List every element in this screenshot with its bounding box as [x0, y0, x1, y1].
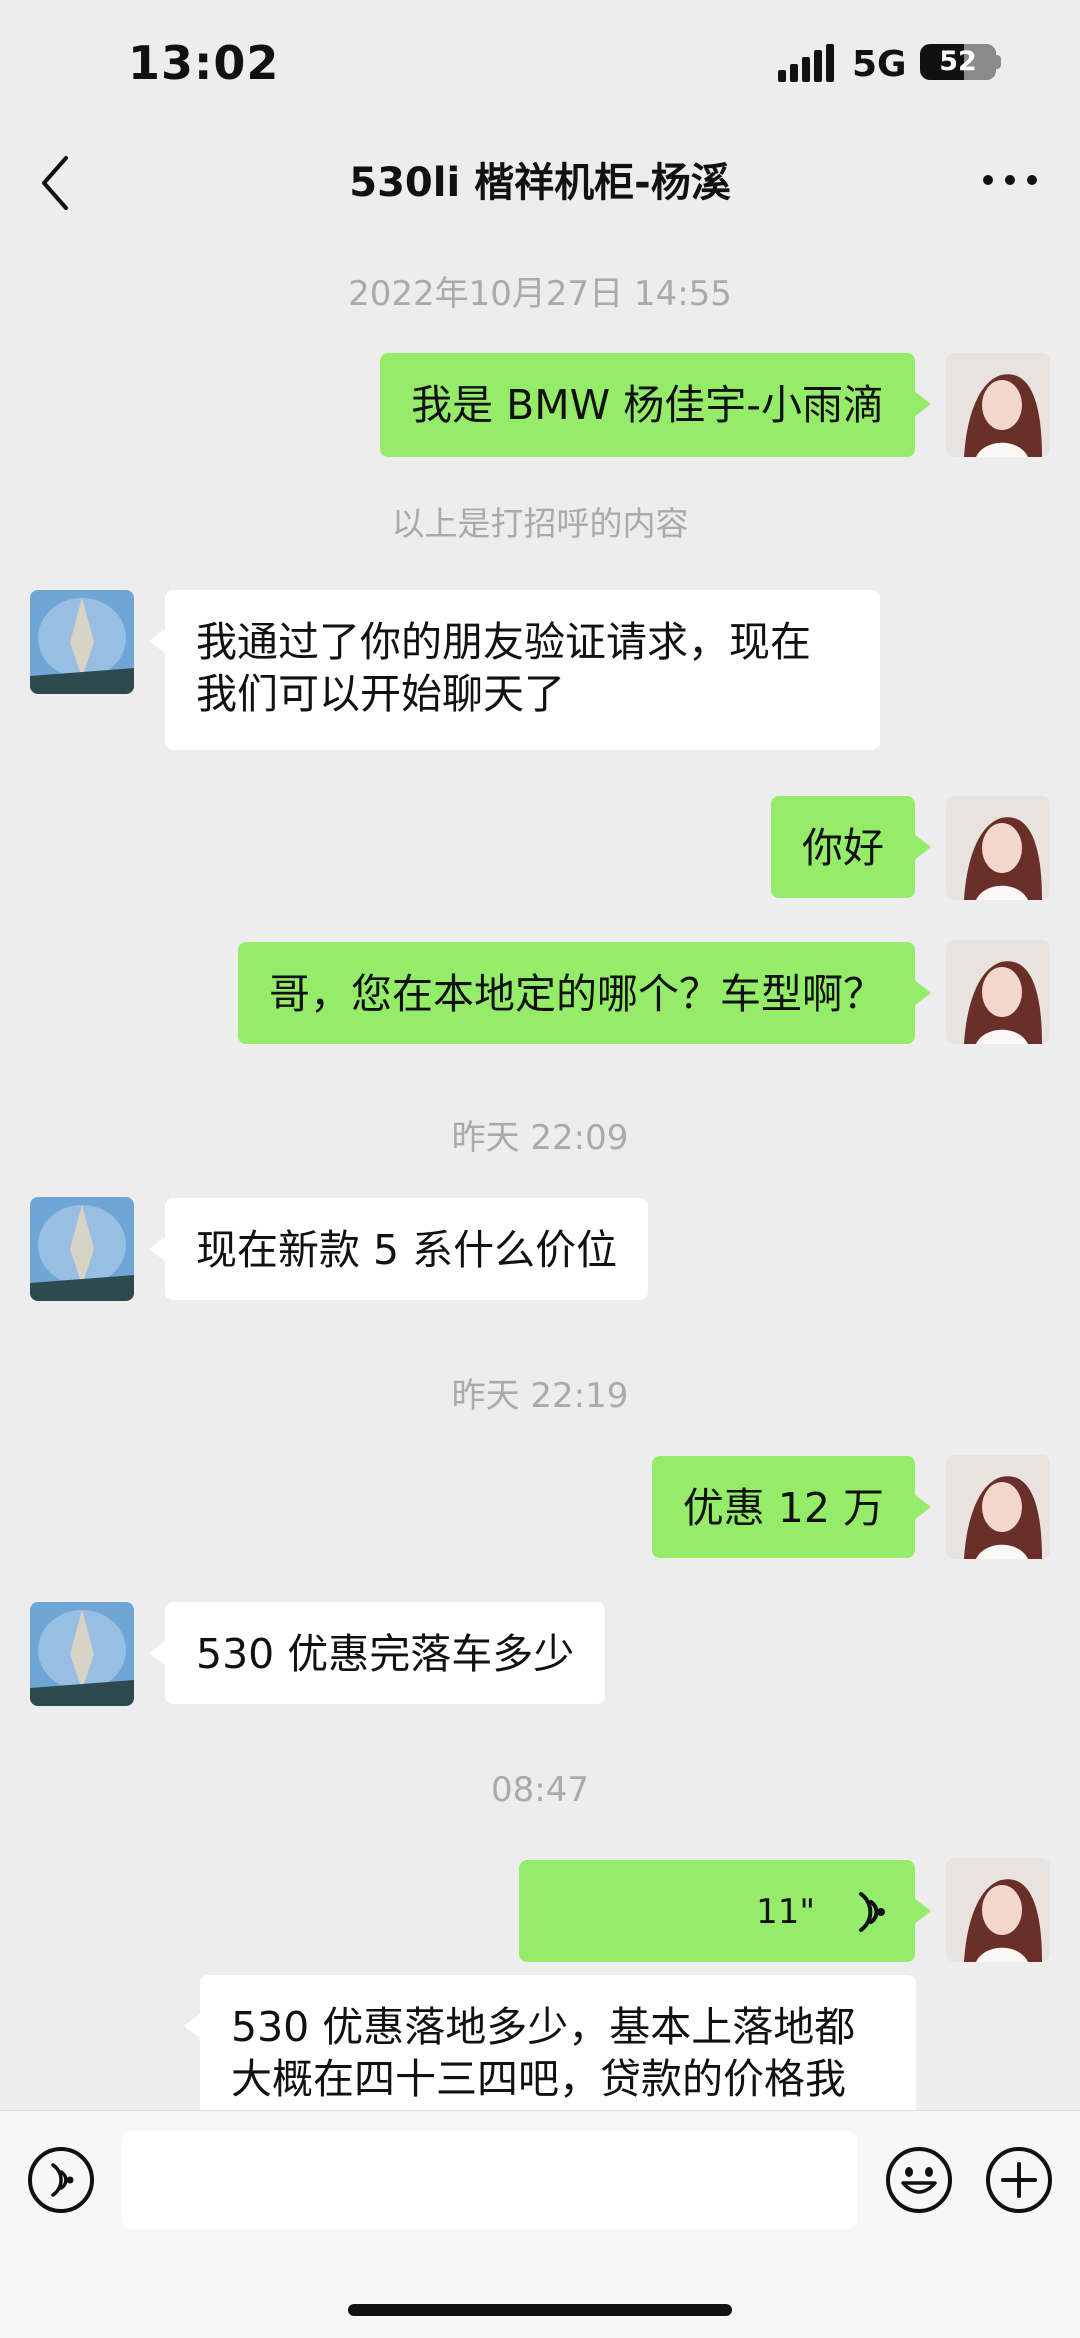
battery-level: 52 — [939, 46, 977, 77]
message-text: 530 优惠落地多少，基本上落地都大概在四十三四吧，贷款的价格我 — [231, 2003, 856, 2103]
message-bubble-sent[interactable]: 哥，您在本地定的哪个？车型啊？ — [238, 942, 931, 1044]
signal-icon — [778, 44, 834, 82]
timestamp: 08:47 — [491, 1770, 589, 1810]
my-avatar[interactable] — [946, 1455, 1050, 1559]
message-input[interactable] — [122, 2131, 857, 2229]
avatar-image-icon — [30, 590, 134, 694]
message-bubble-received[interactable]: 我通过了你的朋友验证请求，现在我们可以开始聊天了 — [149, 590, 880, 750]
back-chevron-icon[interactable] — [36, 148, 76, 218]
message-bubble-sent[interactable]: 优惠 12 万 — [651, 1456, 932, 1558]
voice-mode-icon[interactable] — [26, 2145, 96, 2215]
my-avatar[interactable] — [946, 1858, 1050, 1962]
voice-duration: 11" — [756, 1892, 815, 1932]
message-text: 530 优惠完落车多少 — [196, 1630, 575, 1678]
timestamp: 昨天 22:09 — [451, 1118, 629, 1158]
emoji-icon[interactable] — [884, 2145, 954, 2215]
message-text: 我通过了你的朋友验证请求，现在我们可以开始聊天了 — [196, 618, 811, 718]
message-text: 哥，您在本地定的哪个？车型啊？ — [269, 970, 884, 1018]
avatar-image-icon — [946, 1455, 1050, 1559]
message-bubble-sent[interactable]: 我是 BMW 杨佳宇-小雨滴 — [380, 353, 931, 457]
avatar-image-icon — [946, 796, 1050, 900]
avatar-image-icon — [946, 353, 1050, 457]
status-bar: 13:02 5G 52 — [0, 0, 1080, 130]
message-bubble-received[interactable]: 530 优惠完落车多少 — [148, 1602, 606, 1704]
chat-title: 530li 楷祥机柜-杨溪 — [349, 160, 731, 206]
my-avatar[interactable] — [946, 940, 1050, 1044]
voice-wave-icon — [859, 1892, 885, 1932]
timestamp: 2022年10月27日 14:55 — [348, 274, 732, 314]
message-bubble-received[interactable]: 现在新款 5 系什么价位 — [148, 1198, 649, 1300]
voice-message-bubble[interactable]: 11" — [519, 1860, 931, 1962]
avatar-image-icon — [946, 940, 1050, 1044]
contact-avatar[interactable] — [30, 590, 134, 694]
chat-header: 530li 楷祥机柜-杨溪 — [0, 130, 1080, 240]
contact-avatar[interactable] — [30, 1197, 134, 1301]
home-indicator[interactable] — [348, 2304, 732, 2316]
avatar-image-icon — [30, 1197, 134, 1301]
message-bubble-sent[interactable]: 你好 — [771, 796, 931, 898]
message-text: 现在新款 5 系什么价位 — [196, 1226, 618, 1274]
battery-icon: 52 — [920, 44, 996, 80]
message-text: 你好 — [802, 824, 884, 872]
message-text: 优惠 12 万 — [682, 1484, 884, 1532]
status-time: 13:02 — [128, 36, 280, 90]
message-text: 我是 BMW 杨佳宇-小雨滴 — [411, 381, 884, 429]
avatar-image-icon — [30, 1602, 134, 1706]
plus-circle-icon[interactable] — [984, 2145, 1054, 2215]
contact-avatar[interactable] — [30, 1602, 134, 1706]
system-notice: 以上是打招呼的内容 — [391, 504, 689, 543]
my-avatar[interactable] — [946, 353, 1050, 457]
timestamp: 昨天 22:19 — [451, 1376, 629, 1416]
more-dots-icon[interactable] — [980, 170, 1040, 190]
avatar-image-icon — [946, 1858, 1050, 1962]
my-avatar[interactable] — [946, 796, 1050, 900]
network-type: 5G — [852, 44, 907, 85]
